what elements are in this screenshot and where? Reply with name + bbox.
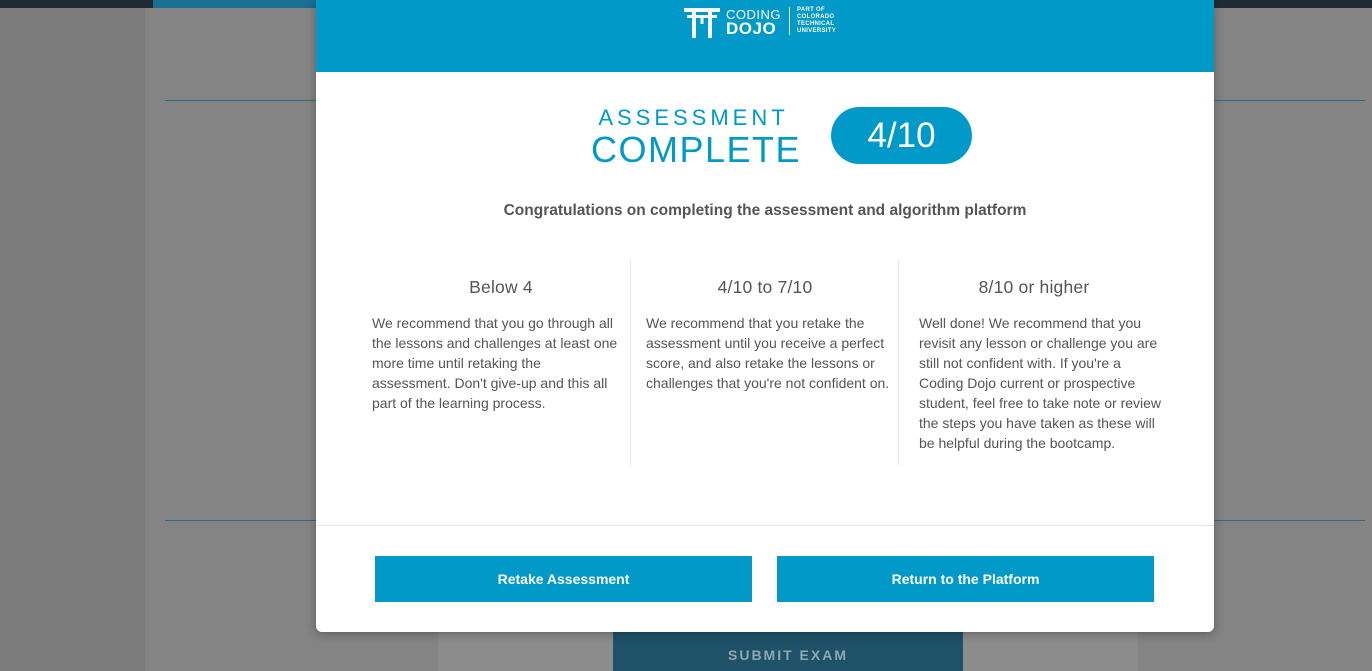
- logo-dojo-text: DOJO: [726, 19, 777, 38]
- title-assessment: ASSESSMENT: [598, 105, 789, 130]
- recommendation-heading: 8/10 or higher: [978, 277, 1090, 297]
- recommendation-text: We recommend that you go through all the…: [372, 315, 618, 411]
- modal-footer-divider: [316, 525, 1214, 526]
- retake-assessment-button[interactable]: Retake Assessment: [375, 556, 752, 602]
- assessment-complete-modal: CODING DOJO PART OF COLORADO TECHNICAL U…: [316, 0, 1214, 632]
- logo-divider: [789, 7, 790, 35]
- recommendation-heading: Below 4: [469, 277, 533, 297]
- logo-affiliation-line: PART OF: [797, 7, 825, 13]
- coding-dojo-logo: CODING DOJO PART OF COLORADO TECHNICAL U…: [684, 6, 849, 40]
- recommendation-heading: 4/10 to 7/10: [717, 277, 813, 297]
- modal-header: CODING DOJO PART OF COLORADO TECHNICAL U…: [316, 0, 1214, 72]
- torii-gate-icon: [684, 8, 720, 38]
- logo-affiliation: PART OF COLORADO TECHNICAL UNIVERSITY: [797, 7, 836, 35]
- recommendation-4-to-7: 4/10 to 7/10 We recommend that you retak…: [630, 260, 899, 465]
- background-top-bar-accent: [153, 0, 323, 8]
- recommendation-below-4: Below 4 We recommend that you go through…: [372, 260, 630, 465]
- congratulations-message: Congratulations on completing the assess…: [503, 202, 1027, 219]
- return-to-platform-button[interactable]: Return to the Platform: [777, 556, 1154, 602]
- submit-exam-button: SUBMIT EXAM: [613, 632, 963, 671]
- recommendation-8-or-higher: 8/10 or higher Well done! We recommend t…: [898, 260, 1169, 465]
- modal-title: ASSESSMENT COMPLETE: [591, 105, 802, 170]
- logo-affiliation-line: TECHNICAL: [797, 21, 835, 27]
- recommendation-text: We recommend that you retake the assessm…: [646, 315, 890, 391]
- score-badge: 4/10: [831, 107, 972, 164]
- recommendation-text: Well done! We recommend that you revisit…: [919, 315, 1162, 451]
- logo-affiliation-line: COLORADO: [797, 14, 835, 20]
- logo-affiliation-line: UNIVERSITY: [797, 28, 837, 34]
- title-complete: COMPLETE: [591, 129, 802, 170]
